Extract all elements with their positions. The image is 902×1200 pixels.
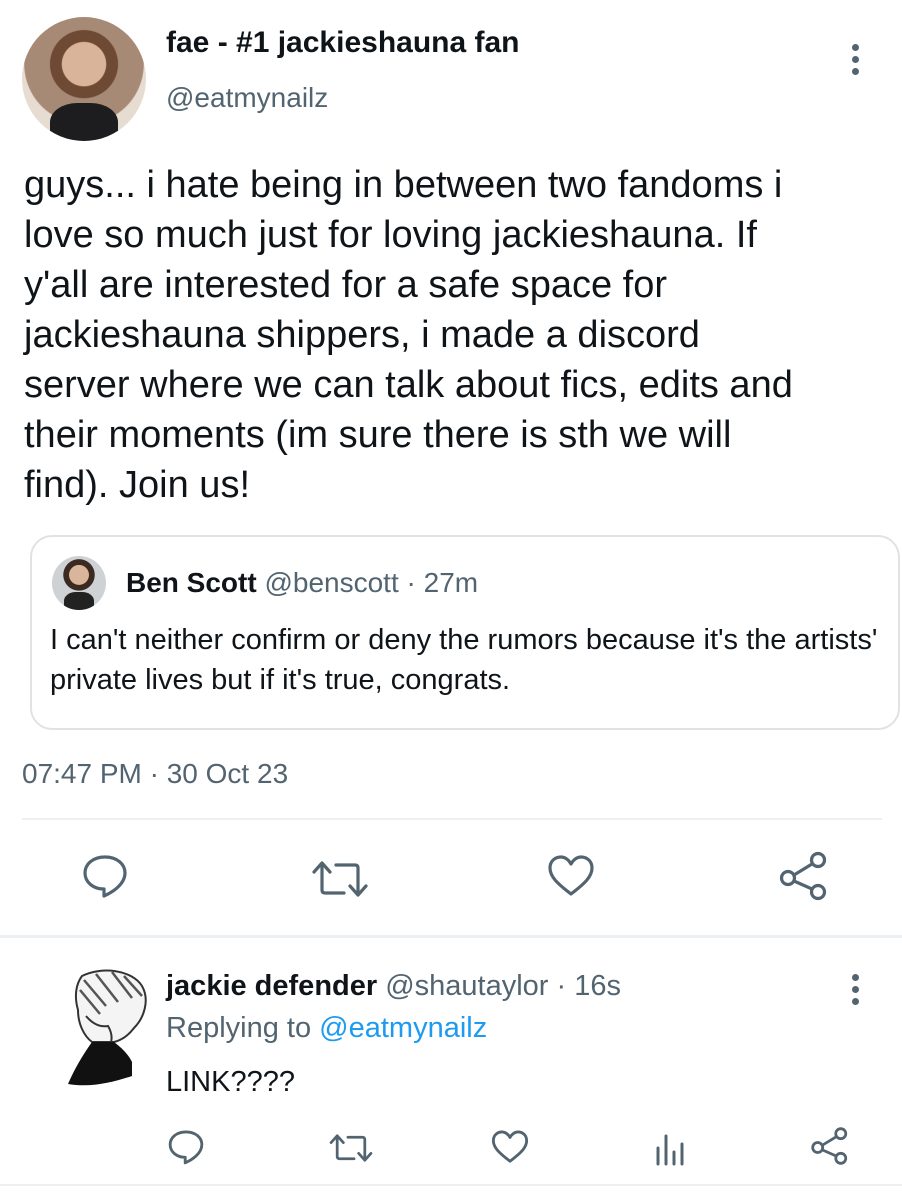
quoted-author-handle: @benscott: [264, 567, 399, 598]
like-icon[interactable]: [546, 852, 596, 900]
divider: [0, 1184, 902, 1186]
reply-author-avatar[interactable]: [62, 966, 154, 1090]
divider: [0, 935, 902, 938]
quoted-author-avatar: [52, 556, 106, 610]
like-icon[interactable]: [490, 1128, 530, 1166]
quoted-tweet-header: Ben Scott @benscott · 27m: [126, 567, 478, 599]
tweet-text: guys... i hate being in between two fand…: [24, 164, 793, 506]
tweet-timestamp: 07:47 PM · 30 Oct 23: [22, 758, 289, 789]
quoted-author-name: Ben Scott: [126, 567, 257, 598]
reply-text: LINK????: [166, 1066, 295, 1098]
replying-to-label: Replying to: [166, 1012, 320, 1044]
quoted-tweet-time: · 27m: [398, 567, 479, 598]
reply-header: jackie defender @shautaylor · 16s: [166, 970, 621, 1003]
divider: [22, 818, 882, 820]
quoted-tweet-text: I can't neither confirm or deny the rumo…: [50, 624, 878, 696]
share-icon[interactable]: [810, 1126, 850, 1166]
analytics-icon[interactable]: [654, 1130, 686, 1166]
retweet-icon[interactable]: [310, 856, 370, 902]
retweet-icon[interactable]: [328, 1130, 374, 1166]
more-options-icon[interactable]: [850, 974, 860, 1010]
reply-author-name[interactable]: jackie defender: [166, 970, 377, 1002]
reply-author-handle[interactable]: @shautaylor: [385, 970, 548, 1002]
author-name[interactable]: fae - #1 jackieshauna fan: [166, 26, 520, 60]
reply-icon[interactable]: [80, 852, 130, 900]
replying-to-mention[interactable]: @eatmynailz: [319, 1012, 487, 1044]
more-options-icon[interactable]: [850, 44, 860, 80]
reply-icon[interactable]: [166, 1128, 206, 1166]
author-handle[interactable]: @eatmynailz: [166, 82, 328, 114]
author-avatar[interactable]: [22, 17, 146, 141]
reply-time: · 16s: [548, 970, 621, 1002]
share-icon[interactable]: [778, 850, 830, 902]
replying-to: Replying to @eatmynailz: [166, 1012, 487, 1045]
